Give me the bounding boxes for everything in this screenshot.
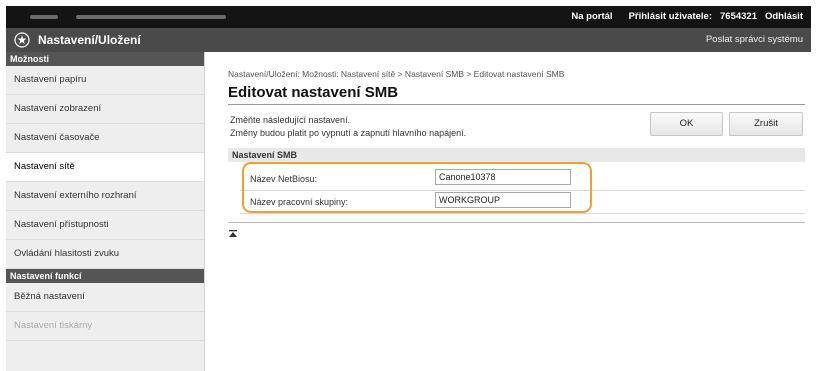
sidebar-item-timer[interactable]: Nastavení časovače [6,124,204,153]
sidebar-item-external-interface[interactable]: Nastavení externího rozhraní [6,182,204,211]
sidebar-item-volume[interactable]: Ovládání hlasitosti zvuku [6,240,204,269]
portal-link[interactable]: Na portál [571,11,612,22]
login-label: Přihlásit uživatele: [628,11,712,22]
logout-link[interactable]: Odhlásit [765,11,803,22]
sidebar-section-functions: Nastavení funkcí [6,269,204,283]
workgroup-label: Název pracovní skupiny: [250,197,349,207]
netbios-label: Název NetBiosu: [250,174,318,184]
sidebar: Možnosti Nastavení papíru Nastavení zobr… [6,52,205,371]
workgroup-name-input[interactable] [435,192,571,208]
sidebar-item-common[interactable]: Běžná nastavení [6,283,204,312]
mail-admin-link[interactable]: Poslat správci systému [706,34,803,45]
sidebar-item-accessibility[interactable]: Nastavení přístupnosti [6,211,204,240]
settings-logo-icon [14,32,30,48]
breadcrumb: Nastavení/Uložení: Možnosti: Nastavení s… [228,69,565,79]
blurred-address [30,12,226,22]
page-title: Editovat nastavení SMB [228,84,399,101]
netbios-name-input[interactable] [435,169,571,185]
workgroup-row: Název pracovní skupiny: [240,191,805,214]
sidebar-item-paper[interactable]: Nastavení papíru [6,66,204,95]
back-to-top-icon[interactable] [228,229,238,239]
title-bar: Nastavení/Uložení Poslat správci systému [6,28,811,52]
app-title: Nastavení/Uložení [38,33,141,47]
intro-line: Změny budou platit po vypnutí a zapnutí … [230,128,467,138]
intro-text: Změňte následující nastavení. Změny budo… [230,114,466,140]
user-id: 7654321 [720,11,757,22]
sidebar-item-network[interactable]: Nastavení sítě [6,153,204,182]
intro-line: Změňte následující nastavení. [230,115,351,125]
blurred-text [30,15,58,19]
ok-button[interactable]: OK [650,112,723,136]
divider [228,104,805,105]
top-bar: Na portál Přihlásit uživatele: 7654321 O… [6,6,811,28]
sidebar-item-printer[interactable]: Nastavení tiskárny [6,312,204,341]
netbios-row: Název NetBiosu: [240,168,805,191]
sidebar-section-options: Možnosti [6,52,204,66]
sidebar-item-display[interactable]: Nastavení zobrazení [6,95,204,124]
cancel-button[interactable]: Zrušit [729,112,803,136]
blurred-text [76,15,226,19]
section-header: Nastavení SMB [228,148,805,162]
main-content: Nastavení/Uložení: Možnosti: Nastavení s… [224,52,811,371]
divider [228,222,805,223]
